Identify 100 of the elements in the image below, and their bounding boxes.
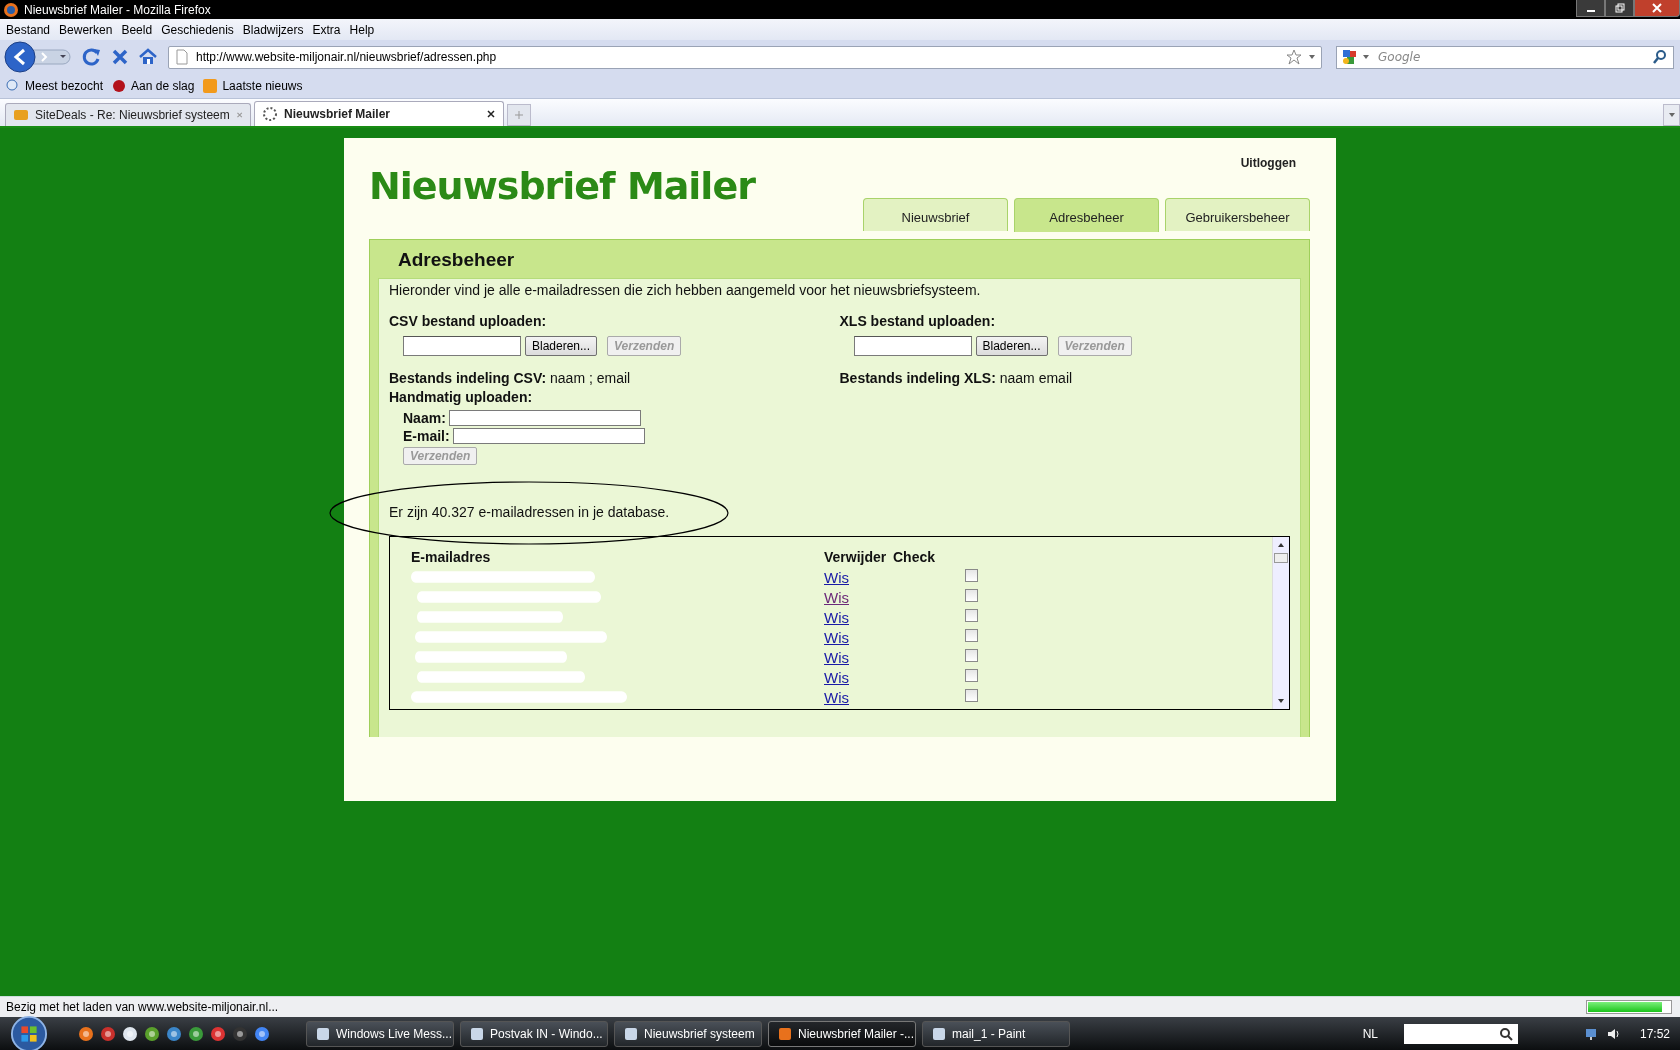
checkbox[interactable] [965, 669, 978, 682]
delete-link[interactable]: Wis [824, 568, 849, 586]
close-icon [1652, 3, 1662, 13]
column-header: E-mailadres [411, 549, 492, 565]
input-field[interactable] [448, 410, 641, 426]
scroll-up-icon[interactable] [1277, 541, 1285, 549]
site-icon [13, 107, 29, 123]
taskbar-search-field[interactable] [1403, 1023, 1518, 1044]
clock: 17:52 [1639, 1026, 1670, 1041]
quick-launch-icon[interactable] [78, 1025, 94, 1042]
search-icon[interactable] [1652, 49, 1668, 65]
checkbox[interactable] [965, 589, 978, 602]
home-icon[interactable] [138, 47, 158, 67]
delete-link[interactable]: Wis [824, 688, 849, 706]
delete-link[interactable]: Wis [824, 588, 849, 606]
upload-heading: CSV bestand uploaden: [389, 313, 548, 329]
bookmark-item[interactable]: Meest bezocht [5, 78, 104, 94]
bookmark-item[interactable]: Laatste nieuws [202, 78, 303, 94]
taskbar-button[interactable]: Nieuwsbrief Mailer -... [768, 1020, 916, 1047]
quick-launch-icon[interactable] [166, 1025, 182, 1042]
back-forward-icon[interactable] [4, 41, 74, 73]
tab-list-button[interactable] [1663, 104, 1680, 126]
search-bar[interactable]: Google [1336, 45, 1674, 69]
scrollbar[interactable] [1272, 537, 1289, 709]
checkbox[interactable] [965, 689, 978, 702]
caret-icon [1667, 111, 1676, 119]
nav-tab[interactable]: Adresbeheer [1014, 198, 1159, 232]
delete-link[interactable]: Wis [824, 628, 849, 646]
taskbar-button[interactable]: mail_1 - Paint [922, 1020, 1070, 1047]
upload-heading: XLS bestand uploaden: [839, 313, 997, 329]
taskbar-button[interactable]: Nieuwsbrief systeem [614, 1020, 762, 1047]
delete-link[interactable]: Wis [824, 648, 849, 666]
field-label: E-mail: [403, 428, 450, 444]
app-icon [469, 1025, 485, 1042]
scroll-down-icon[interactable] [1277, 697, 1285, 705]
stop-icon[interactable] [110, 47, 130, 67]
star-icon[interactable] [1286, 49, 1302, 65]
taskbar-button[interactable]: Windows Live Mess... [306, 1020, 454, 1047]
close-button[interactable] [1634, 0, 1680, 17]
status-text: Bezig met het laden van www.website-miljonair.nl... [6, 1000, 280, 1014]
restore-button[interactable] [1605, 0, 1634, 17]
logout-link[interactable]: Uitloggen [1240, 156, 1296, 170]
quick-launch-icon[interactable] [254, 1025, 270, 1042]
quick-launch-icon[interactable] [232, 1025, 248, 1042]
delete-link[interactable]: Wis [824, 668, 849, 686]
file-field[interactable] [403, 336, 521, 356]
panel-heading: Adresbeheer [397, 248, 516, 272]
column-header: Verwijder [824, 549, 888, 565]
address-bar[interactable]: http://www.website-miljonair.nl/nieuwsbrief/adressen.php [168, 45, 1322, 69]
reload-icon[interactable] [82, 47, 102, 67]
menu-item[interactable]: Bestand [6, 22, 51, 37]
checkbox[interactable] [965, 649, 978, 662]
quick-launch-icon[interactable] [188, 1025, 204, 1042]
nav-tab[interactable]: Gebruikersbeheer [1165, 198, 1310, 231]
search-field[interactable]: Google [1374, 50, 1648, 64]
menu-item[interactable]: Extra [312, 22, 341, 37]
checkbox[interactable] [965, 569, 978, 582]
restore-icon [1614, 3, 1625, 13]
browser-tab[interactable]: SiteDeals - Re: Nieuwsbrief systeem [5, 103, 251, 126]
quick-launch-icon[interactable] [100, 1025, 116, 1042]
quick-launch-icon[interactable] [122, 1025, 138, 1042]
start-button[interactable] [10, 1014, 48, 1050]
column-header: Check [893, 549, 937, 565]
menu-item[interactable]: Help [349, 22, 375, 37]
quick-launch-icon[interactable] [144, 1025, 160, 1042]
address-field[interactable]: http://www.website-miljonair.nl/nieuwsbrief/adressen.php [196, 50, 1280, 64]
file-field[interactable] [853, 336, 972, 356]
search-icon [1497, 1025, 1514, 1042]
manual-heading: Handmatig uploaden: [389, 389, 534, 405]
loading-icon [262, 106, 278, 122]
close-icon[interactable] [486, 109, 496, 119]
app-icon [777, 1025, 793, 1042]
field-label: Naam: [403, 410, 446, 426]
checkbox[interactable] [965, 609, 978, 622]
quick-launch-icon[interactable] [210, 1025, 226, 1042]
format-text: Bestands indeling XLS: naam email [839, 370, 1074, 386]
browser-tab[interactable]: Nieuwsbrief Mailer [254, 101, 504, 126]
caret-icon[interactable] [1362, 53, 1370, 61]
address-count: Er zijn 40.327 e-mailadressen in je database. [389, 504, 671, 520]
menu-item[interactable]: Geschiedenis [161, 22, 234, 37]
menu-item[interactable]: Bladwijzers [242, 22, 304, 37]
format-text: Bestands indeling CSV: naam ; email [389, 370, 632, 386]
page-icon [174, 49, 190, 65]
search-engine-icon[interactable] [1342, 49, 1358, 65]
window-title: Nieuwsbrief Mailer - Mozilla Firefox [24, 2, 211, 17]
caret-icon[interactable] [1308, 53, 1316, 61]
menu-item[interactable]: Beeld [121, 22, 153, 37]
input-field[interactable] [452, 428, 645, 444]
app-icon [623, 1025, 639, 1042]
menu-item[interactable]: Bewerken [59, 22, 113, 37]
site-title: Nieuwsbrief Mailer [369, 164, 755, 208]
checkbox[interactable] [965, 629, 978, 642]
scroll-thumb[interactable] [1274, 553, 1288, 563]
taskbar-button[interactable]: Postvak IN - Windo... [460, 1020, 608, 1047]
minimize-button[interactable] [1576, 0, 1605, 17]
delete-link[interactable]: Wis [824, 608, 849, 626]
nav-tab[interactable]: Nieuwsbrief [863, 198, 1008, 231]
language-indicator[interactable]: NL [1362, 1026, 1378, 1041]
bookmark-item[interactable]: Aan de slag [111, 78, 195, 94]
plus-icon [514, 110, 524, 120]
